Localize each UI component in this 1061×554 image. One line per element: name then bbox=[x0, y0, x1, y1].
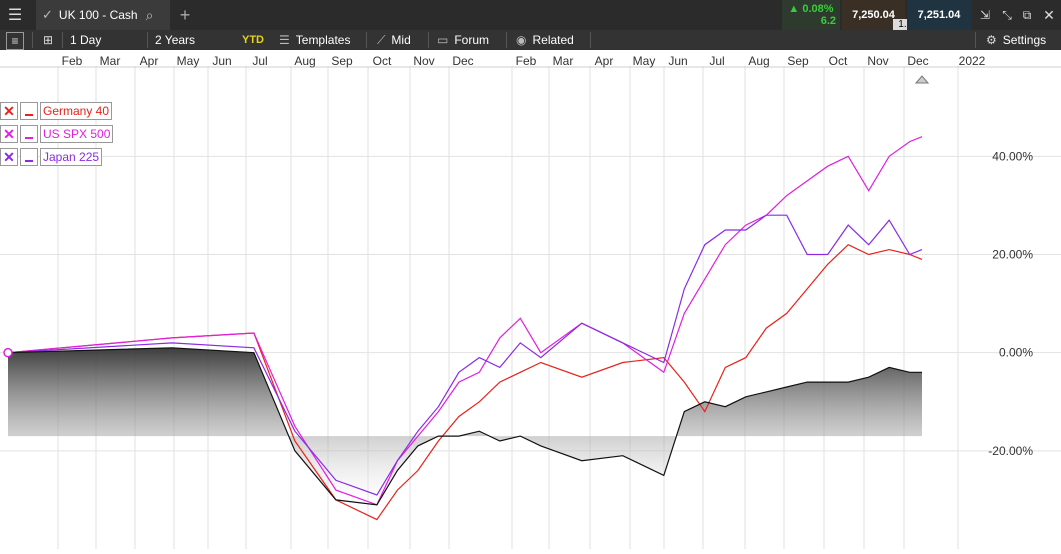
ytd-button[interactable]: YTD bbox=[242, 30, 264, 50]
comparison-chart[interactable]: Feb Mar Apr May Jun Jul Aug Sep Oct Nov Dec Feb Mar A… bbox=[0, 50, 1061, 549]
line-style-icon[interactable] bbox=[20, 102, 38, 120]
legend-label: Japan 225 bbox=[40, 148, 103, 166]
x-tick-label: Feb bbox=[62, 54, 83, 68]
x-tick-label: Nov bbox=[413, 54, 434, 68]
x-tick-label: Aug bbox=[294, 54, 315, 68]
ask-price[interactable]: 7,251.04 bbox=[907, 0, 971, 30]
y-tick-label: 0.00% bbox=[999, 346, 1033, 360]
y-tick-label: -20.00% bbox=[988, 444, 1033, 458]
mid-button[interactable]: ⟋ Mid bbox=[377, 30, 411, 50]
up-arrow-icon: ▲ bbox=[788, 3, 800, 15]
remove-icon[interactable]: ✕ bbox=[0, 148, 18, 166]
x-tick-label: Jul bbox=[252, 54, 267, 68]
chart-toolbar: ≡ ⊞ 1 Day 2 Years YTD ☰ Templates ⟋ Mid … bbox=[0, 30, 1061, 50]
eye-icon: ◉ bbox=[516, 33, 527, 47]
legend-item-germany[interactable]: ✕ Germany 40 bbox=[0, 102, 113, 120]
x-tick-label: Apr bbox=[595, 54, 614, 68]
y-tick-label: 40.00% bbox=[992, 149, 1033, 163]
x-tick-label: Jun bbox=[668, 54, 687, 68]
x-tick-label: Dec bbox=[452, 54, 473, 68]
x-tick-label: May bbox=[177, 54, 200, 68]
x-tick-label: May bbox=[633, 54, 656, 68]
x-tick-label: Sep bbox=[331, 54, 353, 68]
x-tick-label: Feb bbox=[516, 54, 537, 68]
legend-item-spx[interactable]: ✕ US SPX 500 bbox=[0, 125, 114, 143]
x-tick-label: 2022 bbox=[959, 54, 986, 68]
forum-button[interactable]: ▭ Forum bbox=[437, 30, 489, 50]
instrument-name: UK 100 - Cash bbox=[58, 8, 138, 22]
instrument-header: ☰ ✓ UK 100 - Cash ⌕ + ▲ 0.08% 6.2 7,250.… bbox=[0, 0, 1061, 30]
search-icon[interactable]: ⌕ bbox=[146, 7, 154, 24]
x-tick-label: Mar bbox=[100, 54, 121, 68]
x-tick-label: Nov bbox=[867, 54, 888, 68]
x-tick-label: Oct bbox=[373, 54, 392, 68]
layout-icon[interactable]: ⊞ bbox=[40, 32, 56, 48]
x-tick-label: Sep bbox=[787, 54, 809, 68]
shrink-icon[interactable]: ⤡ bbox=[997, 0, 1017, 30]
remove-icon[interactable]: ✕ bbox=[0, 125, 18, 143]
instrument-tab[interactable]: ✓ UK 100 - Cash ⌕ bbox=[36, 0, 170, 30]
chat-icon: ▭ bbox=[437, 33, 449, 47]
menu-icon[interactable]: ☰ bbox=[0, 0, 30, 30]
remove-icon[interactable]: ✕ bbox=[0, 102, 18, 120]
x-tick-label: Aug bbox=[748, 54, 769, 68]
scroll-marker-icon[interactable] bbox=[914, 75, 930, 84]
x-tick-label: Jun bbox=[212, 54, 231, 68]
change-abs: 6.2 bbox=[820, 15, 836, 27]
legend-label: Germany 40 bbox=[40, 102, 113, 120]
x-tick-label: Apr bbox=[140, 54, 159, 68]
related-button[interactable]: ◉ Related bbox=[516, 30, 574, 50]
gear-icon: ⚙ bbox=[986, 33, 997, 47]
x-tick-label: Mar bbox=[553, 54, 574, 68]
trend-icon: ⟋ bbox=[377, 32, 386, 47]
settings-button[interactable]: ⚙ Settings bbox=[986, 30, 1046, 50]
sliders-icon: ☰ bbox=[279, 33, 290, 47]
interval-selector[interactable]: 1 Day bbox=[70, 30, 101, 50]
expand-icon[interactable]: ⇲ bbox=[975, 0, 995, 30]
legend-label: US SPX 500 bbox=[40, 125, 114, 143]
legend-item-japan[interactable]: ✕ Japan 225 bbox=[0, 148, 103, 166]
chart-line-icon: ✓ bbox=[42, 7, 53, 22]
plus-icon[interactable]: + bbox=[174, 0, 196, 30]
x-tick-label: Dec bbox=[907, 54, 928, 68]
chart-area[interactable]: Feb Mar Apr May Jun Jul Aug Sep Oct Nov Dec Feb Mar A… bbox=[0, 50, 1061, 549]
uk-100-area-fill bbox=[8, 347, 922, 505]
popout-icon[interactable]: ⧉ bbox=[1017, 0, 1037, 30]
y-tick-label: 20.00% bbox=[992, 248, 1033, 262]
close-icon[interactable]: ✕ bbox=[1039, 0, 1059, 30]
x-tick-label: Oct bbox=[829, 54, 848, 68]
range-selector[interactable]: 2 Years bbox=[155, 30, 195, 50]
x-tick-label: Jul bbox=[709, 54, 724, 68]
us-spx-500-line[interactable] bbox=[7, 136, 923, 506]
line-style-icon[interactable] bbox=[20, 148, 38, 166]
templates-button[interactable]: ☰ Templates bbox=[279, 30, 350, 50]
line-style-icon[interactable] bbox=[20, 125, 38, 143]
list-icon[interactable]: ≡ bbox=[6, 32, 24, 50]
price-change: ▲ 0.08% 6.2 bbox=[782, 0, 840, 30]
start-point-marker[interactable] bbox=[3, 347, 13, 358]
